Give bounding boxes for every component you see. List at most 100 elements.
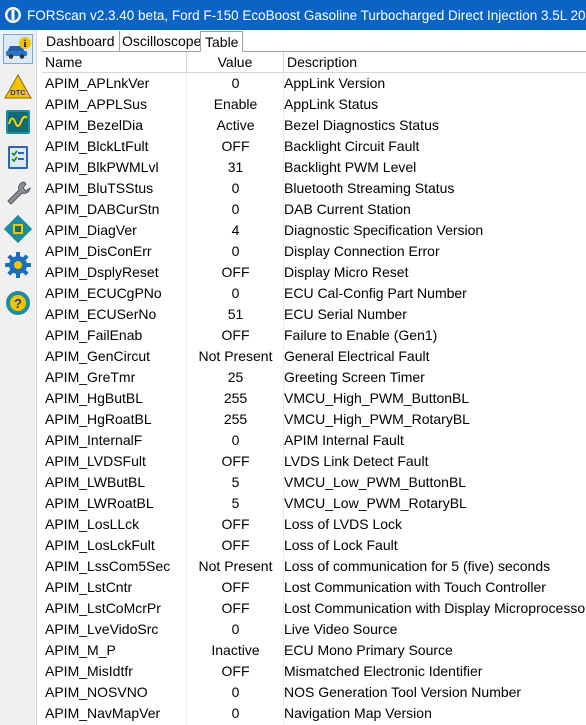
row-name-cell: APIM_LosLckFult xyxy=(45,537,155,553)
row-value-cell: 0 xyxy=(231,684,240,700)
pid-table: Name Value Description APIM_APLnkVer 0 App… xyxy=(42,52,586,725)
table-row[interactable]: APIM_DiagVer 4 Diagnostic Specification Ve… xyxy=(42,220,586,241)
table-row[interactable]: APIM_LveVidoSrc 0 Live Video Source xyxy=(42,619,586,640)
chip-icon xyxy=(4,215,32,243)
row-description-cell: Greeting Screen Timer xyxy=(284,369,425,385)
table-row[interactable]: APIM_MisIdtfr OFF Mismatched Electronic Id… xyxy=(42,661,586,682)
row-value-cell: 31 xyxy=(227,159,244,175)
row-description-cell: Backlight Circuit Fault xyxy=(284,138,420,154)
row-name-cell: APIM_InternalF xyxy=(45,432,143,448)
table-row[interactable]: APIM_FailEnab OFF Failure to Enable (Gen1) xyxy=(42,325,586,346)
tab-dashboard[interactable]: Dashboard xyxy=(42,31,120,52)
row-name-cell: APIM_LstCoMcrPr xyxy=(45,600,161,616)
row-value-cell: 0 xyxy=(231,180,240,196)
row-description-cell: Lost Communication with Touch Controller xyxy=(284,579,546,595)
table-row[interactable]: APIM_BluTSStus 0 Bluetooth Streaming Statu… xyxy=(42,178,586,199)
table-row[interactable]: APIM_BezelDia Active Bezel Diagnostics Sta… xyxy=(42,115,586,136)
window-title: FORScan v2.3.40 beta, Ford F-150 EcoBoos… xyxy=(27,7,586,23)
row-value-cell: 51 xyxy=(227,306,244,322)
row-value-cell: Inactive xyxy=(211,642,260,658)
table-row[interactable]: APIM_LVDSFult OFF LVDS Link Detect Fault xyxy=(42,451,586,472)
sidebar: i DTC ? xyxy=(0,30,37,725)
row-description-cell: Lost Communication with Display Micropro… xyxy=(284,600,586,616)
row-description-cell: DAB Current Station xyxy=(284,201,411,217)
row-name-cell: APIM_LWButBL xyxy=(45,474,146,490)
row-name-cell: APIM_BluTSStus xyxy=(45,180,154,196)
row-name-cell: APIM_HgRoatBL xyxy=(45,411,152,427)
row-name-cell: APIM_DiagVer xyxy=(45,222,137,238)
table-row[interactable]: APIM_ECUCgPNo 0 ECU Cal-Config Part Number xyxy=(42,283,586,304)
table-row[interactable]: APIM_LosLckFult OFF Loss of Lock Fault xyxy=(42,535,586,556)
row-name-cell: APIM_M_P xyxy=(45,642,116,658)
table-row[interactable]: APIM_InternalF 0 APIM Internal Fault xyxy=(42,430,586,451)
table-row[interactable]: APIM_NOSVNO 0 NOS Generation Tool Version … xyxy=(42,682,586,703)
row-value-cell: OFF xyxy=(221,327,250,343)
dtc-warning-icon: DTC xyxy=(4,73,32,99)
row-description-cell: Failure to Enable (Gen1) xyxy=(284,327,438,343)
table-row[interactable]: APIM_BlckLtFult OFF Backlight Circuit Faul… xyxy=(42,136,586,157)
sidebar-item-service[interactable] xyxy=(3,178,33,208)
table-row[interactable]: APIM_APLnkVer 0 AppLink Version xyxy=(42,73,586,94)
table-row[interactable]: APIM_ECUSerNo 51 ECU Serial Number xyxy=(42,304,586,325)
table-row[interactable]: APIM_GenCircut Not Present General Electri… xyxy=(42,346,586,367)
row-name-cell: APIM_APLnkVer xyxy=(45,75,150,91)
row-name-cell: APIM_APPLSus xyxy=(45,96,147,112)
sidebar-item-help[interactable]: ? xyxy=(3,288,33,318)
row-description-cell: APIM Internal Fault xyxy=(284,432,404,448)
row-value-cell: 4 xyxy=(231,222,240,238)
table-row[interactable]: APIM_HgButBL 255 VMCU_High_PWM_ButtonBL xyxy=(42,388,586,409)
sidebar-item-tests[interactable] xyxy=(3,142,33,172)
column-header-value[interactable]: Value xyxy=(187,52,284,72)
row-name-cell: APIM_BezelDia xyxy=(45,117,144,133)
sidebar-item-vehicle-info[interactable]: i xyxy=(3,34,33,64)
table-row[interactable]: APIM_M_P Inactive ECU Mono Primary Source xyxy=(42,640,586,661)
row-description-cell: Mismatched Electronic Identifier xyxy=(284,663,483,679)
table-row[interactable]: APIM_NavMapVer 0 Navigation Map Version xyxy=(42,703,586,724)
table-row[interactable]: APIM_LssCom5Sec Not Present Loss of commun… xyxy=(42,556,586,577)
table-row[interactable]: APIM_LosLLck OFF Loss of LVDS Lock xyxy=(42,514,586,535)
row-value-cell: OFF xyxy=(221,453,250,469)
row-description-cell: Display Connection Error xyxy=(284,243,440,259)
column-header-description[interactable]: Description xyxy=(284,52,586,72)
row-value-cell: 255 xyxy=(223,411,248,427)
row-name-cell: APIM_GreTmr xyxy=(45,369,136,385)
row-value-cell: 0 xyxy=(231,621,240,637)
row-value-cell: Active xyxy=(216,117,255,133)
tab-oscilloscope[interactable]: Oscilloscope xyxy=(118,31,205,52)
svg-text:DTC: DTC xyxy=(10,88,26,97)
row-name-cell: APIM_MisIdtfr xyxy=(45,663,133,679)
row-value-cell: 255 xyxy=(223,390,248,406)
table-row[interactable]: APIM_LWButBL 5 VMCU_Low_PWM_ButtonBL xyxy=(42,472,586,493)
sidebar-item-oscilloscope[interactable] xyxy=(3,107,33,137)
row-name-cell: APIM_BlkPWMLvl xyxy=(45,159,159,175)
checklist-icon xyxy=(8,146,28,169)
table-body: APIM_APLnkVer 0 AppLink Version APIM_APPLSu… xyxy=(42,73,586,724)
sidebar-item-settings[interactable] xyxy=(3,250,33,280)
table-row[interactable]: APIM_HgRoatBL 255 VMCU_High_PWM_RotaryBL xyxy=(42,409,586,430)
column-header-name[interactable]: Name xyxy=(42,52,187,72)
table-row[interactable]: APIM_DABCurStn 0 DAB Current Station xyxy=(42,199,586,220)
table-row[interactable]: APIM_DisConErr 0 Display Connection Error xyxy=(42,241,586,262)
row-value-cell: 0 xyxy=(231,432,240,448)
table-row[interactable]: APIM_LWRoatBL 5 VMCU_Low_PWM_RotaryBL xyxy=(42,493,586,514)
sidebar-item-configuration[interactable] xyxy=(3,214,33,244)
row-name-cell: APIM_HgButBL xyxy=(45,390,144,406)
row-description-cell: ECU Mono Primary Source xyxy=(284,642,453,658)
table-row[interactable]: APIM_LstCntr OFF Lost Communication with T… xyxy=(42,577,586,598)
sidebar-item-dtc[interactable]: DTC xyxy=(3,72,33,102)
row-description-cell: LVDS Link Detect Fault xyxy=(284,453,429,469)
row-name-cell: APIM_LssCom5Sec xyxy=(45,558,171,574)
row-value-cell: Not Present xyxy=(198,558,273,574)
row-value-cell: 5 xyxy=(231,495,240,511)
tab-table[interactable]: Table xyxy=(200,31,244,52)
table-row[interactable]: APIM_BlkPWMLvl 31 Backlight PWM Level xyxy=(42,157,586,178)
table-row[interactable]: APIM_APPLSus Enable AppLink Status xyxy=(42,94,586,115)
row-description-cell: Loss of Lock Fault xyxy=(284,537,398,553)
row-value-cell: OFF xyxy=(221,600,250,616)
svg-text:?: ? xyxy=(14,296,22,311)
table-row[interactable]: APIM_GreTmr 25 Greeting Screen Timer xyxy=(42,367,586,388)
table-row[interactable]: APIM_DsplyReset OFF Display Micro Reset xyxy=(42,262,586,283)
table-row[interactable]: APIM_LstCoMcrPr OFF Lost Communication wit… xyxy=(42,598,586,619)
svg-text:i: i xyxy=(24,39,27,50)
row-name-cell: APIM_DsplyReset xyxy=(45,264,159,280)
